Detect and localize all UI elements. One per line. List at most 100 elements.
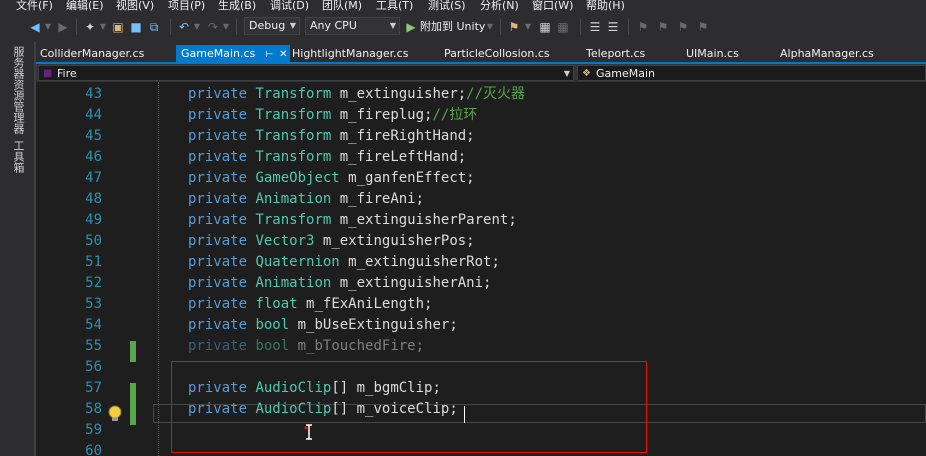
save-all-icon[interactable]: ⧉ — [146, 17, 162, 37]
menu-view[interactable]: 视图(V) — [116, 0, 154, 12]
pin-icon[interactable]: ⊢ — [265, 50, 273, 60]
bookmark-prev-icon[interactable]: ⚑ — [656, 17, 670, 37]
line-number: 53 — [85, 296, 102, 312]
menu-project[interactable]: 项目(P) — [168, 0, 205, 12]
code-line[interactable]: private bool m_bUseExtinguisher; — [188, 315, 458, 336]
chevron-down-icon: ▼ — [563, 69, 570, 78]
text-caret — [464, 406, 465, 423]
code-text: m_extinguisher; — [331, 86, 467, 102]
line-number: 55 — [85, 338, 102, 354]
tab-hightlight-manager[interactable]: HightlightManager.cs — [292, 45, 408, 62]
menu-build[interactable]: 生成(B) — [218, 0, 256, 12]
tab-label: GameMain.cs — [181, 47, 256, 60]
bookmark-next-icon[interactable]: ⚑ — [676, 17, 690, 37]
code-keyword: private — [188, 107, 248, 123]
tab-particle-collosion[interactable]: ParticleCollosion.cs — [444, 45, 550, 62]
code-line[interactable]: private Quaternion m_extinguisherRot; — [188, 252, 500, 273]
menu-edit[interactable]: 编辑(E) — [66, 0, 104, 12]
code-keyword: private — [188, 254, 248, 270]
code-editor[interactable]: 43 private Transform m_extinguisher;//灭火器… — [36, 82, 926, 456]
menu-file[interactable]: 文件(F) — [16, 0, 53, 12]
undo-dropdown-icon[interactable]: ▼ — [193, 17, 201, 37]
toolbar-separator — [170, 19, 171, 35]
code-type: Transform — [255, 86, 332, 102]
line-number: 50 — [85, 233, 102, 249]
line-number: 56 — [85, 359, 102, 375]
tab-alpha-manager[interactable]: AlphaManager.cs — [780, 45, 874, 62]
back-dropdown-icon[interactable]: ▼ — [44, 17, 52, 37]
toolbar-separator — [500, 19, 501, 35]
save-icon[interactable]: ■ — [128, 17, 144, 37]
code-type: Animation — [255, 275, 332, 291]
code-line[interactable]: private float m_fExAniLength; — [188, 294, 432, 315]
code-line[interactable]: private Transform m_fireLeftHand; — [188, 147, 466, 168]
toolbar-separator — [628, 19, 629, 35]
code-keyword: private — [188, 149, 248, 165]
code-line[interactable]: private AudioClip[] m_bgmClip; — [188, 378, 441, 399]
code-type: Vector3 — [255, 233, 315, 249]
code-type: float — [255, 296, 298, 312]
back-icon[interactable]: ◀ — [28, 17, 42, 37]
code-line[interactable]: private AudioClip[] m_voiceClip; — [188, 399, 458, 420]
menu-team[interactable]: 团队(M) — [322, 0, 362, 12]
code-line[interactable]: private GameObject m_ganfenEffect; — [188, 168, 475, 189]
code-keyword: private — [188, 401, 248, 417]
new-dropdown-icon[interactable]: ▼ — [99, 17, 107, 37]
code-text: m_fExAniLength; — [297, 296, 433, 312]
redo-dropdown-icon[interactable]: ▼ — [222, 17, 230, 37]
line-number: 59 — [85, 422, 102, 438]
undo-icon[interactable]: ↶ — [176, 17, 192, 37]
bookmark-icon[interactable]: ⚑ — [506, 17, 522, 37]
menu-window[interactable]: 窗口(W) — [532, 0, 573, 12]
menu-test[interactable]: 测试(S) — [428, 0, 466, 12]
open-folder-icon[interactable]: ▣ — [110, 17, 126, 37]
redo-icon[interactable]: ↷ — [205, 17, 221, 37]
code-line[interactable]: private Transform m_extinguisherParent; — [188, 210, 517, 231]
code-text: m_fireplug; — [331, 107, 433, 123]
find-next-icon[interactable]: ▦ — [556, 17, 570, 37]
bookmark-toggle-icon[interactable]: ⚑ — [636, 17, 650, 37]
code-comment: //拉环 — [432, 107, 478, 123]
code-text: m_fireAni; — [331, 191, 425, 207]
lightbulb-icon[interactable] — [106, 404, 124, 424]
attach-to-unity-button[interactable]: 附加到 Unity — [420, 17, 485, 37]
uncomment-icon[interactable]: ☰ — [606, 17, 620, 37]
bookmark-dropdown-icon[interactable]: ▼ — [524, 17, 532, 37]
forward-icon[interactable]: ▶ — [56, 17, 70, 37]
code-line[interactable]: private Vector3 m_extinguisherPos; — [188, 231, 475, 252]
menu-help[interactable]: 帮助(H) — [586, 0, 625, 12]
close-icon[interactable]: ✕ — [279, 49, 287, 60]
code-line[interactable]: private bool m_bTouchedFire; — [188, 336, 424, 357]
code-line[interactable]: private Animation m_extinguisherAni; — [188, 273, 491, 294]
new-project-icon[interactable]: ✦ — [82, 17, 98, 37]
start-icon[interactable]: ▶ — [404, 17, 418, 37]
line-number: 43 — [85, 86, 102, 102]
configuration-select[interactable]: Debug ▼ — [244, 17, 300, 35]
menu-tools[interactable]: 工具(T) — [376, 0, 413, 12]
tab-game-main[interactable]: GameMain.cs ⊢ ✕ — [176, 45, 290, 62]
bookmark-clear-icon[interactable]: ⚑ — [696, 17, 710, 37]
menu-analyze[interactable]: 分析(N) — [480, 0, 519, 12]
tab-teleport[interactable]: Teleport.cs — [586, 45, 645, 62]
code-line[interactable]: private Transform m_fireplug;//拉环 — [188, 105, 477, 126]
server-explorer-tab[interactable]: 服务器资源管理器 — [10, 46, 25, 134]
code-text: [] m_bgmClip; — [331, 380, 441, 396]
tab-ui-main[interactable]: UIMain.cs — [686, 45, 739, 62]
code-line[interactable]: private Transform m_extinguisher;//灭火器 — [188, 84, 525, 105]
attach-dropdown-icon[interactable]: ▼ — [486, 17, 494, 37]
menu-debug[interactable]: 调试(D) — [270, 0, 309, 12]
code-line[interactable]: private Transform m_fireRightHand; — [188, 126, 475, 147]
line-number: 46 — [85, 149, 102, 165]
code-line[interactable]: private Animation m_fireAni; — [188, 189, 424, 210]
code-type: GameObject — [255, 170, 340, 186]
code-keyword: private — [188, 128, 248, 144]
project-dropdown[interactable]: ■ Fire ▼ — [38, 65, 574, 81]
find-icon[interactable]: ▦ — [538, 17, 552, 37]
comment-icon[interactable]: ☰ — [588, 17, 602, 37]
configuration-value: Debug — [249, 19, 286, 32]
platform-select[interactable]: Any CPU ▼ — [305, 17, 400, 35]
tab-collider-manager[interactable]: ColliderManager.cs — [40, 45, 144, 62]
toolbox-tab[interactable]: 工具箱 — [10, 140, 25, 173]
navigation-bar: ■ Fire ▼ ❖ GameMain — [36, 64, 926, 82]
class-dropdown[interactable]: ❖ GameMain — [577, 65, 926, 81]
